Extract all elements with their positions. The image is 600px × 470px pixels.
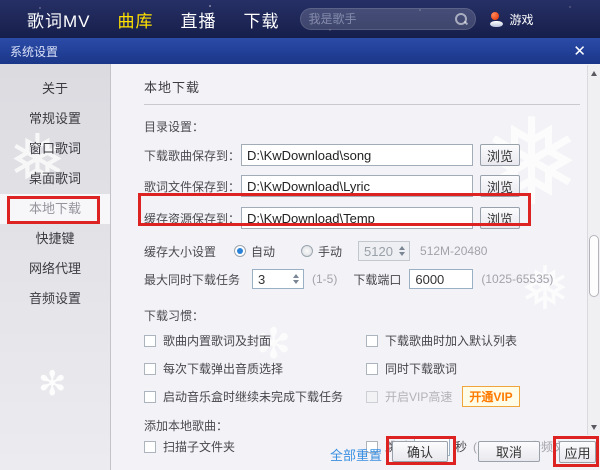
sidebar-item-about[interactable]: 关于 — [0, 74, 110, 104]
settings-sidebar: ❅ ✻ 关于 常规设置 窗口歌词 桌面歌词 本地下载 快捷键 网络代理 音频设置 — [0, 64, 111, 470]
song-path-browse-button[interactable]: 浏览 — [480, 144, 520, 166]
confirm-button[interactable]: 确认 — [392, 441, 448, 462]
checkbox-scan-subfolder[interactable] — [144, 441, 156, 453]
scrollbar-down-icon[interactable] — [588, 421, 600, 433]
habits-row-3: 启动音乐盒时继续未完成下载任务 开启VIP高速 开通VIP — [144, 387, 600, 406]
port-label: 下载端口 — [353, 271, 401, 288]
checkbox-download-lyric-too[interactable] — [366, 363, 378, 375]
cache-size-hint: 512M-20480 — [420, 244, 487, 258]
song-path-input[interactable] — [241, 144, 473, 166]
game-entry[interactable]: 游戏 — [490, 11, 534, 28]
cache-size-row: 缓存大小设置 自动 手动 5120 512M-20480 — [144, 241, 600, 261]
max-tasks-row: 最大同时下载任务 3 (1-5) 下载端口 (1025-65535) — [144, 269, 600, 289]
lyric-path-browse-button[interactable]: 浏览 — [480, 175, 520, 197]
skip-unit-label: 秒 — [455, 438, 467, 455]
scrollbar-up-icon[interactable] — [588, 67, 600, 79]
lyric-path-input[interactable] — [241, 175, 473, 197]
quality-prompt-label[interactable]: 每次下载弹出音质选择 — [163, 360, 283, 377]
nav-lyrics-mv[interactable]: 歌词MV — [27, 7, 91, 32]
port-hint: (1025-65535) — [481, 272, 553, 286]
checkbox-vip-speed — [366, 391, 378, 403]
scan-subfolder-label[interactable]: 扫描子文件夹 — [163, 438, 235, 455]
sidebar-item-local-download[interactable]: 本地下载 — [0, 194, 110, 224]
habits-section-label: 下载习惯： — [144, 307, 600, 324]
habits-row-2: 每次下载弹出音质选择 同时下载歌词 — [144, 359, 600, 378]
sidebar-item-desktop-lyrics[interactable]: 桌面歌词 — [0, 164, 110, 194]
scrollbar-thumb[interactable] — [589, 235, 599, 297]
panel-title: 本地下载 — [144, 80, 200, 95]
app-window: 歌词MV 曲库 直播 下载 游戏 系统设置 ✕ ❅ ✻ 关于 常规设置 窗口歌词… — [0, 0, 600, 470]
download-song-path-row: 下载歌曲保存到： 浏览 — [144, 144, 600, 166]
open-vip-button[interactable]: 开通VIP — [462, 386, 519, 407]
port-input[interactable] — [409, 269, 473, 289]
reset-all-link[interactable]: 全部重置 — [330, 445, 382, 464]
settings-dialog-titlebar: 系统设置 ✕ — [0, 38, 600, 64]
stepper-up-icon — [399, 246, 405, 250]
dialog-title: 系统设置 — [10, 43, 58, 60]
search-box[interactable] — [300, 8, 476, 30]
sidebar-item-hotkeys[interactable]: 快捷键 — [0, 224, 110, 254]
cache-path-row: 缓存资源保存到： 浏览 — [144, 207, 600, 229]
stepper-down-icon — [399, 252, 405, 256]
top-navbar: 歌词MV 曲库 直播 下载 游戏 — [0, 0, 600, 38]
scrollbar[interactable] — [587, 65, 600, 435]
max-tasks-value: 3 — [253, 270, 289, 288]
cache-path-browse-button[interactable]: 浏览 — [480, 207, 520, 229]
max-tasks-label: 最大同时下载任务 — [144, 271, 252, 288]
settings-main-panel: ❅ ❅ ✻ 本地下载 目录设置： 下载歌曲保存到： 浏览 歌词文件保存到： 浏览 — [111, 64, 600, 470]
add-to-default-list-label[interactable]: 下载歌曲时加入默认列表 — [385, 332, 517, 349]
sidebar-item-general[interactable]: 常规设置 — [0, 104, 110, 134]
checkbox-embed-lyric-cover[interactable] — [144, 335, 156, 347]
game-label: 游戏 — [510, 11, 534, 28]
directory-section-label: 目录设置： — [144, 118, 600, 135]
stepper-down-icon[interactable] — [293, 280, 299, 284]
apply-button[interactable]: 应用 — [559, 441, 596, 463]
cache-size-label: 缓存大小设置 — [144, 243, 234, 260]
cache-size-value: 5120 — [359, 242, 395, 260]
embed-lyric-cover-label[interactable]: 歌曲内置歌词及封面 — [163, 332, 271, 349]
song-path-label: 下载歌曲保存到： — [144, 147, 241, 164]
local-songs-section-label: 添加本地歌曲： — [144, 417, 600, 434]
resume-unfinished-label[interactable]: 启动音乐盒时继续未完成下载任务 — [163, 388, 343, 405]
cache-path-input[interactable] — [241, 207, 473, 229]
lyric-path-row: 歌词文件保存到： 浏览 — [144, 175, 600, 197]
search-icon[interactable] — [455, 13, 467, 25]
search-input[interactable] — [309, 12, 455, 26]
checkbox-add-to-default-list[interactable] — [366, 335, 378, 347]
sidebar-item-network-proxy[interactable]: 网络代理 — [0, 254, 110, 284]
cache-size-stepper-arrows — [395, 242, 409, 260]
sidebar-item-window-lyrics[interactable]: 窗口歌词 — [0, 134, 110, 164]
checkbox-quality-prompt[interactable] — [144, 363, 156, 375]
habits-row-1: 歌曲内置歌词及封面 下载歌曲时加入默认列表 — [144, 331, 600, 350]
max-tasks-hint: (1-5) — [312, 272, 337, 286]
nav-live[interactable]: 直播 — [181, 7, 217, 32]
cache-size-stepper: 5120 — [358, 241, 410, 261]
max-tasks-stepper-arrows[interactable] — [289, 270, 303, 288]
snowflake-decoration: ✻ — [38, 364, 67, 404]
lyric-path-label: 歌词文件保存到： — [144, 178, 241, 195]
stepper-up-icon[interactable] — [293, 274, 299, 278]
cache-manual-radio[interactable] — [301, 245, 313, 257]
cache-path-label: 缓存资源保存到： — [144, 210, 241, 227]
vip-speed-label: 开启VIP高速 — [385, 388, 452, 405]
game-icon — [490, 12, 505, 27]
close-icon[interactable]: ✕ — [569, 42, 590, 60]
settings-dialog-body: ❅ ✻ 关于 常规设置 窗口歌词 桌面歌词 本地下载 快捷键 网络代理 音频设置… — [0, 64, 600, 470]
cache-auto-radio[interactable] — [234, 245, 246, 257]
cancel-button[interactable]: 取消 — [478, 441, 540, 462]
cache-auto-label[interactable]: 自动 — [251, 243, 275, 260]
cache-manual-label[interactable]: 手动 — [318, 243, 342, 260]
checkbox-resume-unfinished[interactable] — [144, 391, 156, 403]
sidebar-item-audio-settings[interactable]: 音频设置 — [0, 284, 110, 314]
max-tasks-stepper[interactable]: 3 — [252, 269, 304, 289]
nav-music-library[interactable]: 曲库 — [118, 7, 154, 32]
nav-download[interactable]: 下载 — [244, 7, 280, 32]
panel-heading-rule: 本地下载 — [144, 77, 580, 105]
download-lyric-too-label[interactable]: 同时下载歌词 — [385, 360, 457, 377]
